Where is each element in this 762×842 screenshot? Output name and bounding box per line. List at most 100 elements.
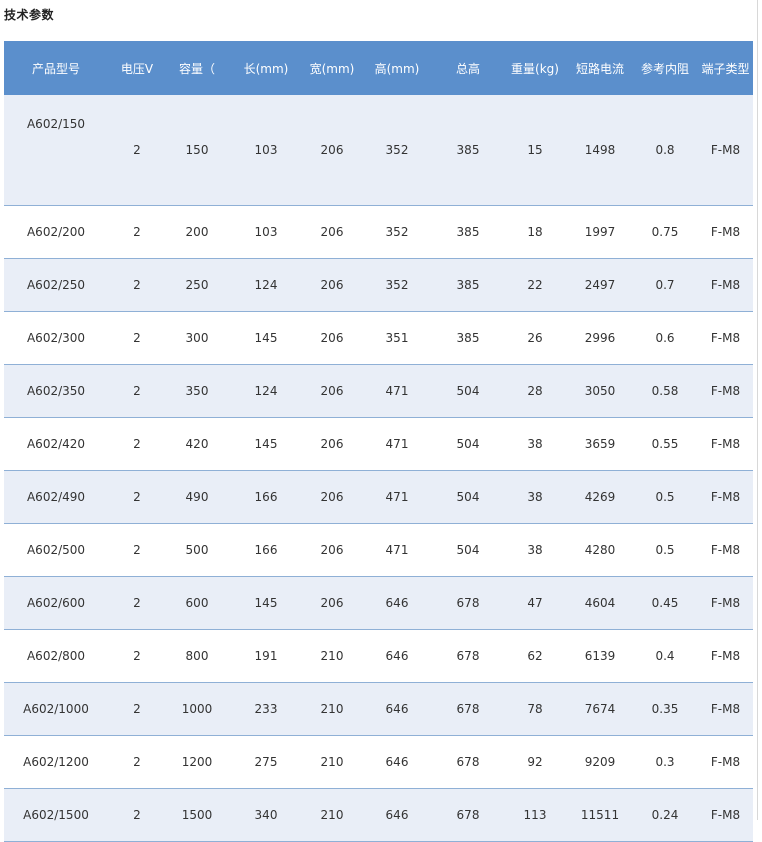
table-row: A602/250 2 250 124 206 352 385 22 2497 0…	[4, 258, 753, 312]
cell-weight: 22	[502, 258, 568, 312]
spec-table: 产品型号 电压V 容量（ 长(mm) 宽(mm) 高(mm) 总高 重量(kg)…	[4, 41, 753, 842]
cell-width: 206	[304, 470, 360, 524]
cell-resistance: 0.35	[632, 682, 698, 736]
cell-voltage: 2	[108, 311, 166, 365]
cell-total-height: 678	[434, 735, 502, 789]
cell-terminal: F-M8	[698, 417, 753, 471]
cell-total-height: 504	[434, 417, 502, 471]
cell-length: 145	[228, 417, 304, 471]
cell-model: A602/350	[4, 364, 108, 418]
cell-terminal: F-M8	[698, 205, 753, 259]
cell-height: 646	[360, 629, 434, 683]
cell-length: 166	[228, 523, 304, 577]
cell-short-circuit: 1997	[568, 205, 632, 259]
cell-length: 233	[228, 682, 304, 736]
cell-short-circuit: 4269	[568, 470, 632, 524]
cell-height: 646	[360, 576, 434, 630]
col-header-weight: 重量(kg)	[502, 41, 568, 95]
cell-total-height: 385	[434, 205, 502, 259]
cell-height: 646	[360, 788, 434, 842]
cell-total-height: 504	[434, 364, 502, 418]
cell-model: A602/1200	[4, 735, 108, 789]
table-row: A602/1200 2 1200 275 210 646 678 92 9209…	[4, 735, 753, 789]
cell-total-height: 504	[434, 523, 502, 577]
cell-model: A602/1000	[4, 682, 108, 736]
cell-weight: 38	[502, 470, 568, 524]
cell-length: 103	[228, 205, 304, 259]
col-header-resistance: 参考内阻	[632, 41, 698, 95]
cell-total-height: 678	[434, 576, 502, 630]
cell-resistance: 0.75	[632, 205, 698, 259]
cell-voltage: 2	[108, 364, 166, 418]
table-row: A602/350 2 350 124 206 471 504 28 3050 0…	[4, 364, 753, 418]
cell-short-circuit: 9209	[568, 735, 632, 789]
col-header-total-height: 总高	[434, 41, 502, 95]
cell-voltage: 2	[108, 682, 166, 736]
cell-capacity: 350	[166, 364, 228, 418]
cell-resistance: 0.24	[632, 788, 698, 842]
cell-width: 206	[304, 523, 360, 577]
cell-height: 646	[360, 735, 434, 789]
cell-capacity: 250	[166, 258, 228, 312]
cell-short-circuit: 2497	[568, 258, 632, 312]
cell-model: A602/500	[4, 523, 108, 577]
cell-terminal: F-M8	[698, 95, 753, 206]
cell-resistance: 0.45	[632, 576, 698, 630]
cell-capacity: 1000	[166, 682, 228, 736]
cell-terminal: F-M8	[698, 682, 753, 736]
cell-width: 210	[304, 629, 360, 683]
cell-width: 206	[304, 205, 360, 259]
col-header-width: 宽(mm)	[304, 41, 360, 95]
cell-total-height: 678	[434, 788, 502, 842]
cell-voltage: 2	[108, 629, 166, 683]
cell-voltage: 2	[108, 470, 166, 524]
cell-short-circuit: 4280	[568, 523, 632, 577]
cell-length: 340	[228, 788, 304, 842]
table-row: A602/420 2 420 145 206 471 504 38 3659 0…	[4, 417, 753, 471]
cell-terminal: F-M8	[698, 523, 753, 577]
cell-height: 351	[360, 311, 434, 365]
cell-length: 166	[228, 470, 304, 524]
cell-terminal: F-M8	[698, 735, 753, 789]
table-row: A602/1500 2 1500 340 210 646 678 113 115…	[4, 788, 753, 842]
cell-weight: 62	[502, 629, 568, 683]
cell-width: 210	[304, 788, 360, 842]
cell-terminal: F-M8	[698, 470, 753, 524]
cell-resistance: 0.4	[632, 629, 698, 683]
col-header-model: 产品型号	[4, 41, 108, 95]
cell-width: 206	[304, 364, 360, 418]
cell-capacity: 300	[166, 311, 228, 365]
cell-total-height: 385	[434, 258, 502, 312]
cell-capacity: 490	[166, 470, 228, 524]
cell-voltage: 2	[108, 205, 166, 259]
cell-terminal: F-M8	[698, 258, 753, 312]
cell-capacity: 420	[166, 417, 228, 471]
cell-capacity: 500	[166, 523, 228, 577]
cell-short-circuit: 4604	[568, 576, 632, 630]
cell-capacity: 800	[166, 629, 228, 683]
cell-terminal: F-M8	[698, 788, 753, 842]
cell-terminal: F-M8	[698, 629, 753, 683]
cell-total-height: 678	[434, 682, 502, 736]
cell-height: 352	[360, 205, 434, 259]
table-row: A602/800 2 800 191 210 646 678 62 6139 0…	[4, 629, 753, 683]
cell-model: A602/600	[4, 576, 108, 630]
cell-model: A602/300	[4, 311, 108, 365]
cell-height: 471	[360, 470, 434, 524]
cell-model: A602/200	[4, 205, 108, 259]
section-title: 技术参数	[4, 8, 55, 22]
table-row: A602/1000 2 1000 233 210 646 678 78 7674…	[4, 682, 753, 736]
cell-capacity: 600	[166, 576, 228, 630]
cell-short-circuit: 2996	[568, 311, 632, 365]
divider	[757, 0, 758, 820]
cell-resistance: 0.58	[632, 364, 698, 418]
cell-short-circuit: 11511	[568, 788, 632, 842]
col-header-height: 高(mm)	[360, 41, 434, 95]
cell-height: 352	[360, 258, 434, 312]
cell-model: A602/800	[4, 629, 108, 683]
table-header-row: 产品型号 电压V 容量（ 长(mm) 宽(mm) 高(mm) 总高 重量(kg)…	[4, 41, 753, 95]
cell-voltage: 2	[108, 788, 166, 842]
cell-terminal: F-M8	[698, 576, 753, 630]
cell-resistance: 0.55	[632, 417, 698, 471]
cell-total-height: 385	[434, 311, 502, 365]
